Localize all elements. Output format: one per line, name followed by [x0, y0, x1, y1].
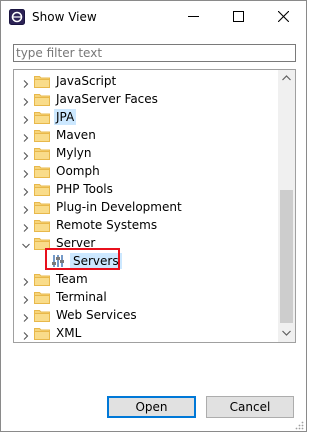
folder-icon [34, 146, 50, 160]
scrollbar-thumb[interactable] [280, 190, 293, 323]
chevron-right-icon[interactable] [22, 149, 30, 160]
chevron-right-icon[interactable] [22, 311, 30, 322]
chevron-right-icon[interactable] [22, 203, 30, 214]
chevron-right-icon[interactable] [22, 293, 30, 304]
chevron-right-icon[interactable] [22, 329, 30, 340]
maximize-icon [233, 11, 244, 22]
cancel-button[interactable]: Cancel [206, 396, 294, 418]
window-title: Show View [32, 10, 97, 24]
resize-grip-icon[interactable] [294, 419, 304, 430]
chevron-right-icon[interactable] [22, 275, 30, 286]
vertical-scrollbar[interactable] [278, 70, 295, 342]
tree-item[interactable]: JPA [14, 108, 279, 126]
folder-icon [34, 164, 50, 178]
maximize-button[interactable] [216, 1, 261, 33]
tree-item-label: JavaServer Faces [56, 92, 158, 106]
folder-icon [34, 218, 50, 232]
tree-item-label: Mylyn [56, 146, 92, 160]
folder-icon [34, 272, 50, 286]
folder-icon [34, 290, 50, 304]
folder-icon [34, 308, 50, 322]
chevron-right-icon[interactable] [22, 113, 30, 124]
tree-item[interactable]: JavaScript [14, 72, 279, 90]
eclipse-app-icon [9, 9, 25, 25]
chevron-right-icon[interactable] [22, 221, 30, 232]
scroll-down-button[interactable] [278, 325, 295, 342]
tree-item[interactable]: Web Services [14, 306, 279, 324]
show-view-dialog: Show View JavaScript JavaServer Faces JPA M… [0, 0, 307, 432]
tree-item[interactable]: Plug-in Development [14, 198, 279, 216]
tree-item-label: JavaScript [56, 74, 117, 88]
filter-field[interactable] [13, 44, 296, 62]
tree-item-label: Plug-in Development [56, 200, 182, 214]
folder-icon [34, 128, 50, 142]
filter-input[interactable] [14, 45, 286, 61]
tree-item[interactable]: XML [14, 324, 279, 342]
folder-icon [34, 326, 50, 340]
chevron-right-icon[interactable] [22, 167, 30, 178]
tree-item-label: Remote Systems [56, 218, 158, 232]
tree-item[interactable]: JavaServer Faces [14, 90, 279, 108]
tree-item[interactable]: Team [14, 270, 279, 288]
open-button[interactable]: Open [107, 396, 196, 418]
views-tree[interactable]: JavaScript JavaServer Faces JPA Maven Mylyn O… [13, 69, 296, 343]
folder-icon [34, 74, 50, 88]
tree-item-label: PHP Tools [56, 182, 113, 196]
tree-item[interactable]: Maven [14, 126, 279, 144]
tree-item[interactable]: Oomph [14, 162, 279, 180]
tree-item-label: Web Services [56, 308, 137, 322]
tree-item-label: Terminal [56, 290, 107, 304]
tree-item-label: Maven [56, 128, 96, 142]
scroll-up-button[interactable] [278, 70, 295, 87]
arrow-up-icon [282, 75, 291, 81]
close-button[interactable] [261, 1, 306, 33]
title-bar[interactable]: Show View [1, 1, 306, 33]
tree-item-label: Oomph [56, 164, 100, 178]
tree-item-label: JPA [54, 109, 77, 125]
tree-item-label: XML [56, 326, 82, 340]
minimize-icon [188, 16, 199, 17]
chevron-right-icon[interactable] [22, 77, 30, 88]
tree-item[interactable]: PHP Tools [14, 180, 279, 198]
chevron-down-icon[interactable] [22, 239, 30, 249]
minimize-button[interactable] [171, 1, 216, 33]
highlight-annotation [45, 248, 120, 270]
folder-icon [34, 92, 50, 106]
folder-icon [34, 200, 50, 214]
folder-icon [34, 110, 50, 124]
arrow-down-icon [282, 330, 291, 336]
tree-item[interactable]: Mylyn [14, 144, 279, 162]
chevron-right-icon[interactable] [22, 131, 30, 142]
close-icon [278, 11, 289, 22]
tree-item[interactable]: Terminal [14, 288, 279, 306]
chevron-right-icon[interactable] [22, 95, 30, 106]
tree-item-label: Team [56, 272, 88, 286]
tree-item[interactable]: Remote Systems [14, 216, 279, 234]
chevron-right-icon[interactable] [22, 185, 30, 196]
folder-icon [34, 182, 50, 196]
